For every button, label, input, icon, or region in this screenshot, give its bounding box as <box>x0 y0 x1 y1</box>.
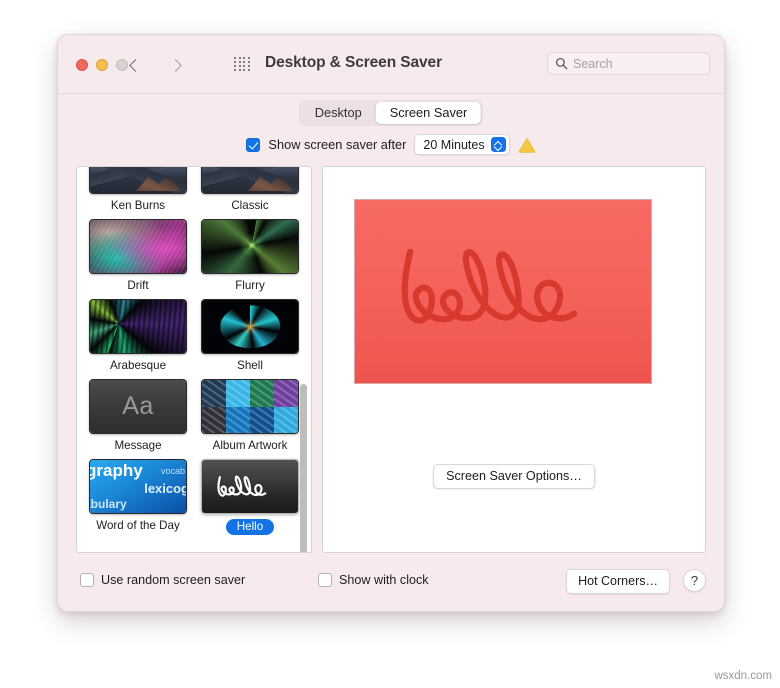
saver-thumbnail[interactable] <box>89 299 187 354</box>
saver-item-word-of-the-day[interactable]: graphy vocab lexicog abulary Word of the… <box>87 459 189 535</box>
warning-triangle-icon <box>518 137 536 153</box>
saver-label: Arabesque <box>110 359 166 372</box>
saver-item-flurry[interactable]: Flurry <box>199 219 301 292</box>
saver-thumbnail[interactable] <box>89 219 187 274</box>
saver-thumb-word: graphy <box>90 461 143 481</box>
saver-thumb-word: lexicog <box>144 481 186 496</box>
screen-saver-list[interactable]: Ken Burns Classic Drift Flurry <box>76 166 312 553</box>
main-content: Ken Burns Classic Drift Flurry <box>76 166 706 553</box>
saver-item-arabesque[interactable]: Arabesque <box>87 299 189 372</box>
saver-item-ken-burns[interactable]: Ken Burns <box>87 166 189 212</box>
screen-saver-delay-popup[interactable]: 20 Minutes <box>414 134 509 155</box>
forward-chevron-icon <box>169 59 182 72</box>
tab-bar: Desktop Screen Saver <box>58 94 724 127</box>
forward-button[interactable] <box>164 53 186 77</box>
tab-screen-saver[interactable]: Screen Saver <box>376 102 482 124</box>
saver-label: Shell <box>237 359 263 372</box>
show-with-clock-checkbox[interactable] <box>318 573 332 587</box>
show-screen-saver-after-checkbox[interactable] <box>246 138 260 152</box>
show-with-clock-label: Show with clock <box>339 573 429 587</box>
saver-item-drift[interactable]: Drift <box>87 219 189 292</box>
saver-thumbnail[interactable] <box>89 166 187 194</box>
saver-thumb-word: abulary <box>90 497 127 511</box>
show-screen-saver-after-row: Show screen saver after 20 Minutes <box>58 127 724 162</box>
saver-label: Flurry <box>235 279 265 292</box>
show-with-clock-row[interactable]: Show with clock <box>318 573 429 587</box>
search-icon <box>555 57 568 70</box>
screen-saver-grid: Ken Burns Classic Drift Flurry <box>77 166 311 545</box>
screen-saver-delay-value: 20 Minutes <box>423 138 484 152</box>
minimize-button[interactable] <box>96 59 108 71</box>
saver-thumbnail[interactable] <box>201 459 299 514</box>
hot-corners-button[interactable]: Hot Corners… <box>566 569 670 594</box>
back-chevron-icon <box>129 59 142 72</box>
saver-thumbnail[interactable]: graphy vocab lexicog abulary <box>89 459 187 514</box>
help-button[interactable]: ? <box>683 569 706 592</box>
tab-group: Desktop Screen Saver <box>299 100 483 126</box>
close-button[interactable] <box>76 59 88 71</box>
list-scrollbar[interactable] <box>300 171 308 548</box>
tab-desktop[interactable]: Desktop <box>301 102 376 124</box>
saver-label: Classic <box>231 199 268 212</box>
search-input[interactable] <box>573 57 702 71</box>
bottom-bar: Use random screen saver Show with clock … <box>76 569 706 595</box>
saver-item-shell[interactable]: Shell <box>199 299 301 372</box>
saver-thumb-text: Aa <box>122 392 154 421</box>
saver-label: Ken Burns <box>111 199 165 212</box>
hello-script-icon <box>213 472 287 502</box>
watermark: wsxdn.com <box>714 670 772 682</box>
use-random-screen-saver-label: Use random screen saver <box>101 573 245 587</box>
screen-saver-preview[interactable] <box>354 199 652 384</box>
list-scrollbar-thumb[interactable] <box>300 384 307 553</box>
saver-thumbnail[interactable] <box>201 299 299 354</box>
back-button[interactable] <box>124 53 146 77</box>
traffic-lights <box>76 59 128 71</box>
screen-saver-options-button[interactable]: Screen Saver Options… <box>433 464 595 489</box>
stepper-chevrons-icon[interactable] <box>491 137 506 152</box>
saver-item-album-artwork[interactable]: Album Artwork <box>199 379 301 452</box>
saver-label: Album Artwork <box>213 439 288 452</box>
saver-thumbnail[interactable]: Aa <box>89 379 187 434</box>
use-random-screen-saver-row[interactable]: Use random screen saver <box>80 573 245 587</box>
saver-label: Message <box>114 439 161 452</box>
saver-label: Hello <box>226 519 274 535</box>
saver-thumbnail[interactable] <box>201 219 299 274</box>
show-screen-saver-after-label: Show screen saver after <box>268 137 406 152</box>
saver-item-message[interactable]: Aa Message <box>87 379 189 452</box>
system-preferences-window: Desktop & Screen Saver Desktop Screen Sa… <box>57 34 725 612</box>
hello-preview-script-icon <box>387 237 619 347</box>
saver-thumbnail[interactable] <box>201 166 299 194</box>
saver-thumb-word: vocab <box>161 466 185 476</box>
saver-label: Word of the Day <box>96 519 180 532</box>
saver-item-hello[interactable]: Hello <box>199 459 301 535</box>
window-titlebar: Desktop & Screen Saver <box>58 35 724 94</box>
saver-item-classic[interactable]: Classic <box>199 166 301 212</box>
screenshot-root: Desktop & Screen Saver Desktop Screen Sa… <box>0 0 780 688</box>
preview-pane: Screen Saver Options… <box>322 166 706 553</box>
saver-label: Drift <box>127 279 148 292</box>
search-field[interactable] <box>547 52 710 75</box>
saver-thumbnail[interactable] <box>201 379 299 434</box>
use-random-screen-saver-checkbox[interactable] <box>80 573 94 587</box>
show-all-grid-icon[interactable] <box>234 57 251 72</box>
page-title: Desktop & Screen Saver <box>265 54 442 72</box>
